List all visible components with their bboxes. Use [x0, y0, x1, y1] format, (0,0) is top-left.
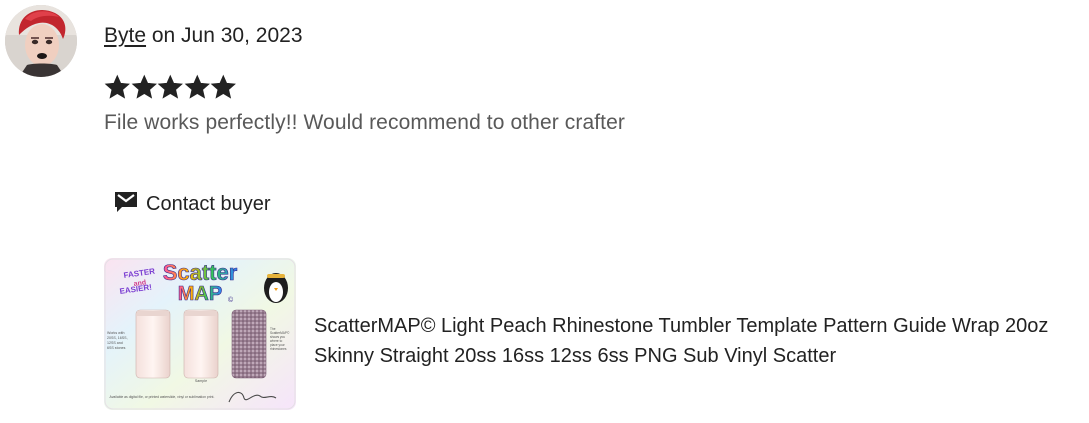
- thumb-title-line2: MAP: [178, 283, 222, 305]
- star-icon: [211, 74, 237, 99]
- mail-icon: [114, 191, 138, 218]
- star-rating: [104, 73, 237, 101]
- listing-title-link[interactable]: ScatterMAP© Light Peach Rhinestone Tumbl…: [314, 311, 1084, 371]
- listing-thumbnail[interactable]: FASTER and EASIER! Scatter MAP © Works w…: [104, 258, 296, 410]
- star-icon: [131, 74, 157, 99]
- thumb-title-line1: Scatter: [163, 260, 238, 285]
- thumb-footer: Available as digital file, or printed wa…: [110, 395, 215, 399]
- contact-buyer-label: Contact buyer: [146, 192, 271, 215]
- reviewer-name-link[interactable]: Byte: [104, 24, 146, 47]
- avatar[interactable]: [5, 5, 77, 77]
- review-card: Byte on Jun 30, 2023 File works perfectl…: [0, 0, 1089, 423]
- thumb-caption-2: Sample: [195, 379, 207, 383]
- penguin-mascot-icon: [264, 273, 288, 303]
- review-date: on Jun 30, 2023: [146, 24, 303, 47]
- reviewer-line: Byte on Jun 30, 2023: [104, 24, 303, 48]
- star-icon: [157, 74, 184, 99]
- star-icon: [104, 74, 130, 99]
- thumb-title-mark: ©: [228, 296, 234, 304]
- review-text: File works perfectly!! Would recommend t…: [104, 111, 625, 134]
- star-icon: [184, 74, 210, 99]
- contact-buyer-button[interactable]: Contact buyer: [106, 184, 279, 224]
